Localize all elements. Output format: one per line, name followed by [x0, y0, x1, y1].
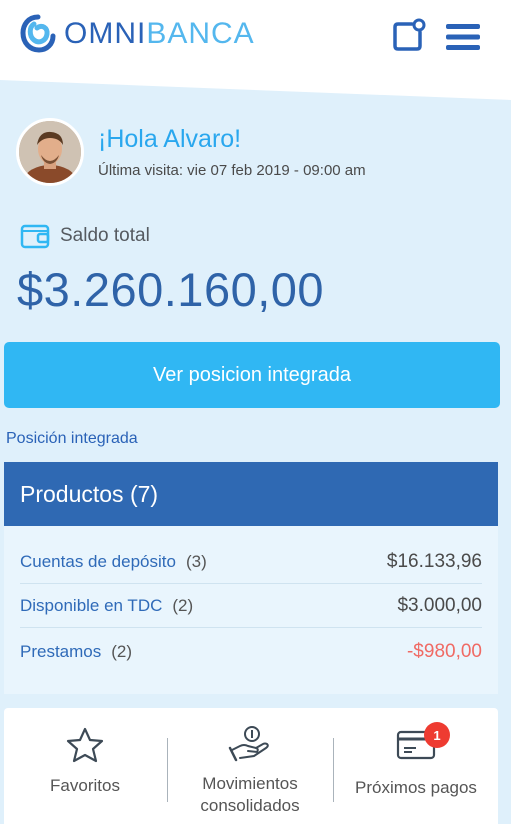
view-integrated-position-button[interactable]: Ver posicion integrada: [4, 342, 500, 408]
section-title: Posición integrada: [6, 430, 138, 447]
product-value: $3.000,00: [397, 594, 482, 616]
notification-badge: 1: [424, 722, 450, 748]
product-name: Cuentas de depósito: [20, 551, 176, 571]
product-count: (2): [172, 595, 194, 615]
bottom-navigation: Favoritos Movimientos consolidados 1 Pró…: [4, 708, 498, 824]
greeting-title: ¡Hola Alvaro!: [98, 125, 242, 153]
balance-label: Saldo total: [60, 225, 150, 246]
nav-favorites[interactable]: Favoritos: [4, 708, 166, 824]
brand-logo[interactable]: OMNIBANCA: [20, 14, 255, 54]
products-header[interactable]: Productos (7): [4, 462, 498, 526]
wallet-icon: [20, 224, 50, 249]
balance-amount: $3.260.160,00: [17, 263, 325, 316]
user-greeting: ¡Hola Alvaro! Última visita: vie 07 feb …: [16, 118, 366, 186]
product-count: (2): [111, 642, 133, 661]
nav-consolidated-movements[interactable]: Movimientos consolidados: [168, 708, 332, 824]
new-message-icon[interactable]: [392, 18, 426, 52]
product-value: -$980,00: [406, 641, 482, 662]
product-row-tdc[interactable]: Disponible en TDC (2) $3.000,00: [20, 584, 482, 628]
star-icon: [66, 727, 104, 763]
user-photo: [19, 121, 81, 183]
product-name: Disponible en TDC: [20, 595, 163, 615]
omnibanca-logo-icon: [20, 14, 56, 53]
money-hand-icon: [228, 726, 269, 762]
product-row-deposits[interactable]: Cuentas de depósito (3) $16.133,96: [20, 540, 482, 584]
product-count: (3): [185, 551, 207, 571]
brand-name-part2: BANCA: [146, 17, 255, 50]
nav-label: Favoritos: [50, 776, 120, 795]
product-name: Prestamos: [20, 642, 102, 661]
product-value: $16.133,96: [386, 550, 482, 572]
brand-name-part1: OMNI: [64, 17, 147, 50]
hamburger-menu-icon[interactable]: [444, 22, 482, 52]
balance-label-row: Saldo total: [20, 222, 150, 250]
product-row-loans[interactable]: Prestamos (2) -$980,00: [20, 630, 482, 674]
avatar[interactable]: [16, 118, 84, 186]
products-card: Productos (7) Cuentas de depósito (3) $16…: [4, 462, 498, 694]
brand-name: OMNIBANCA: [64, 17, 255, 51]
nav-label: Próximos pagos: [355, 778, 477, 797]
nav-upcoming-payments[interactable]: 1 Próximos pagos: [334, 708, 498, 824]
last-visit-text: Última visita: vie 07 feb 2019 - 09:00 a…: [98, 162, 366, 179]
nav-label: Movimientos consolidados: [200, 774, 300, 815]
